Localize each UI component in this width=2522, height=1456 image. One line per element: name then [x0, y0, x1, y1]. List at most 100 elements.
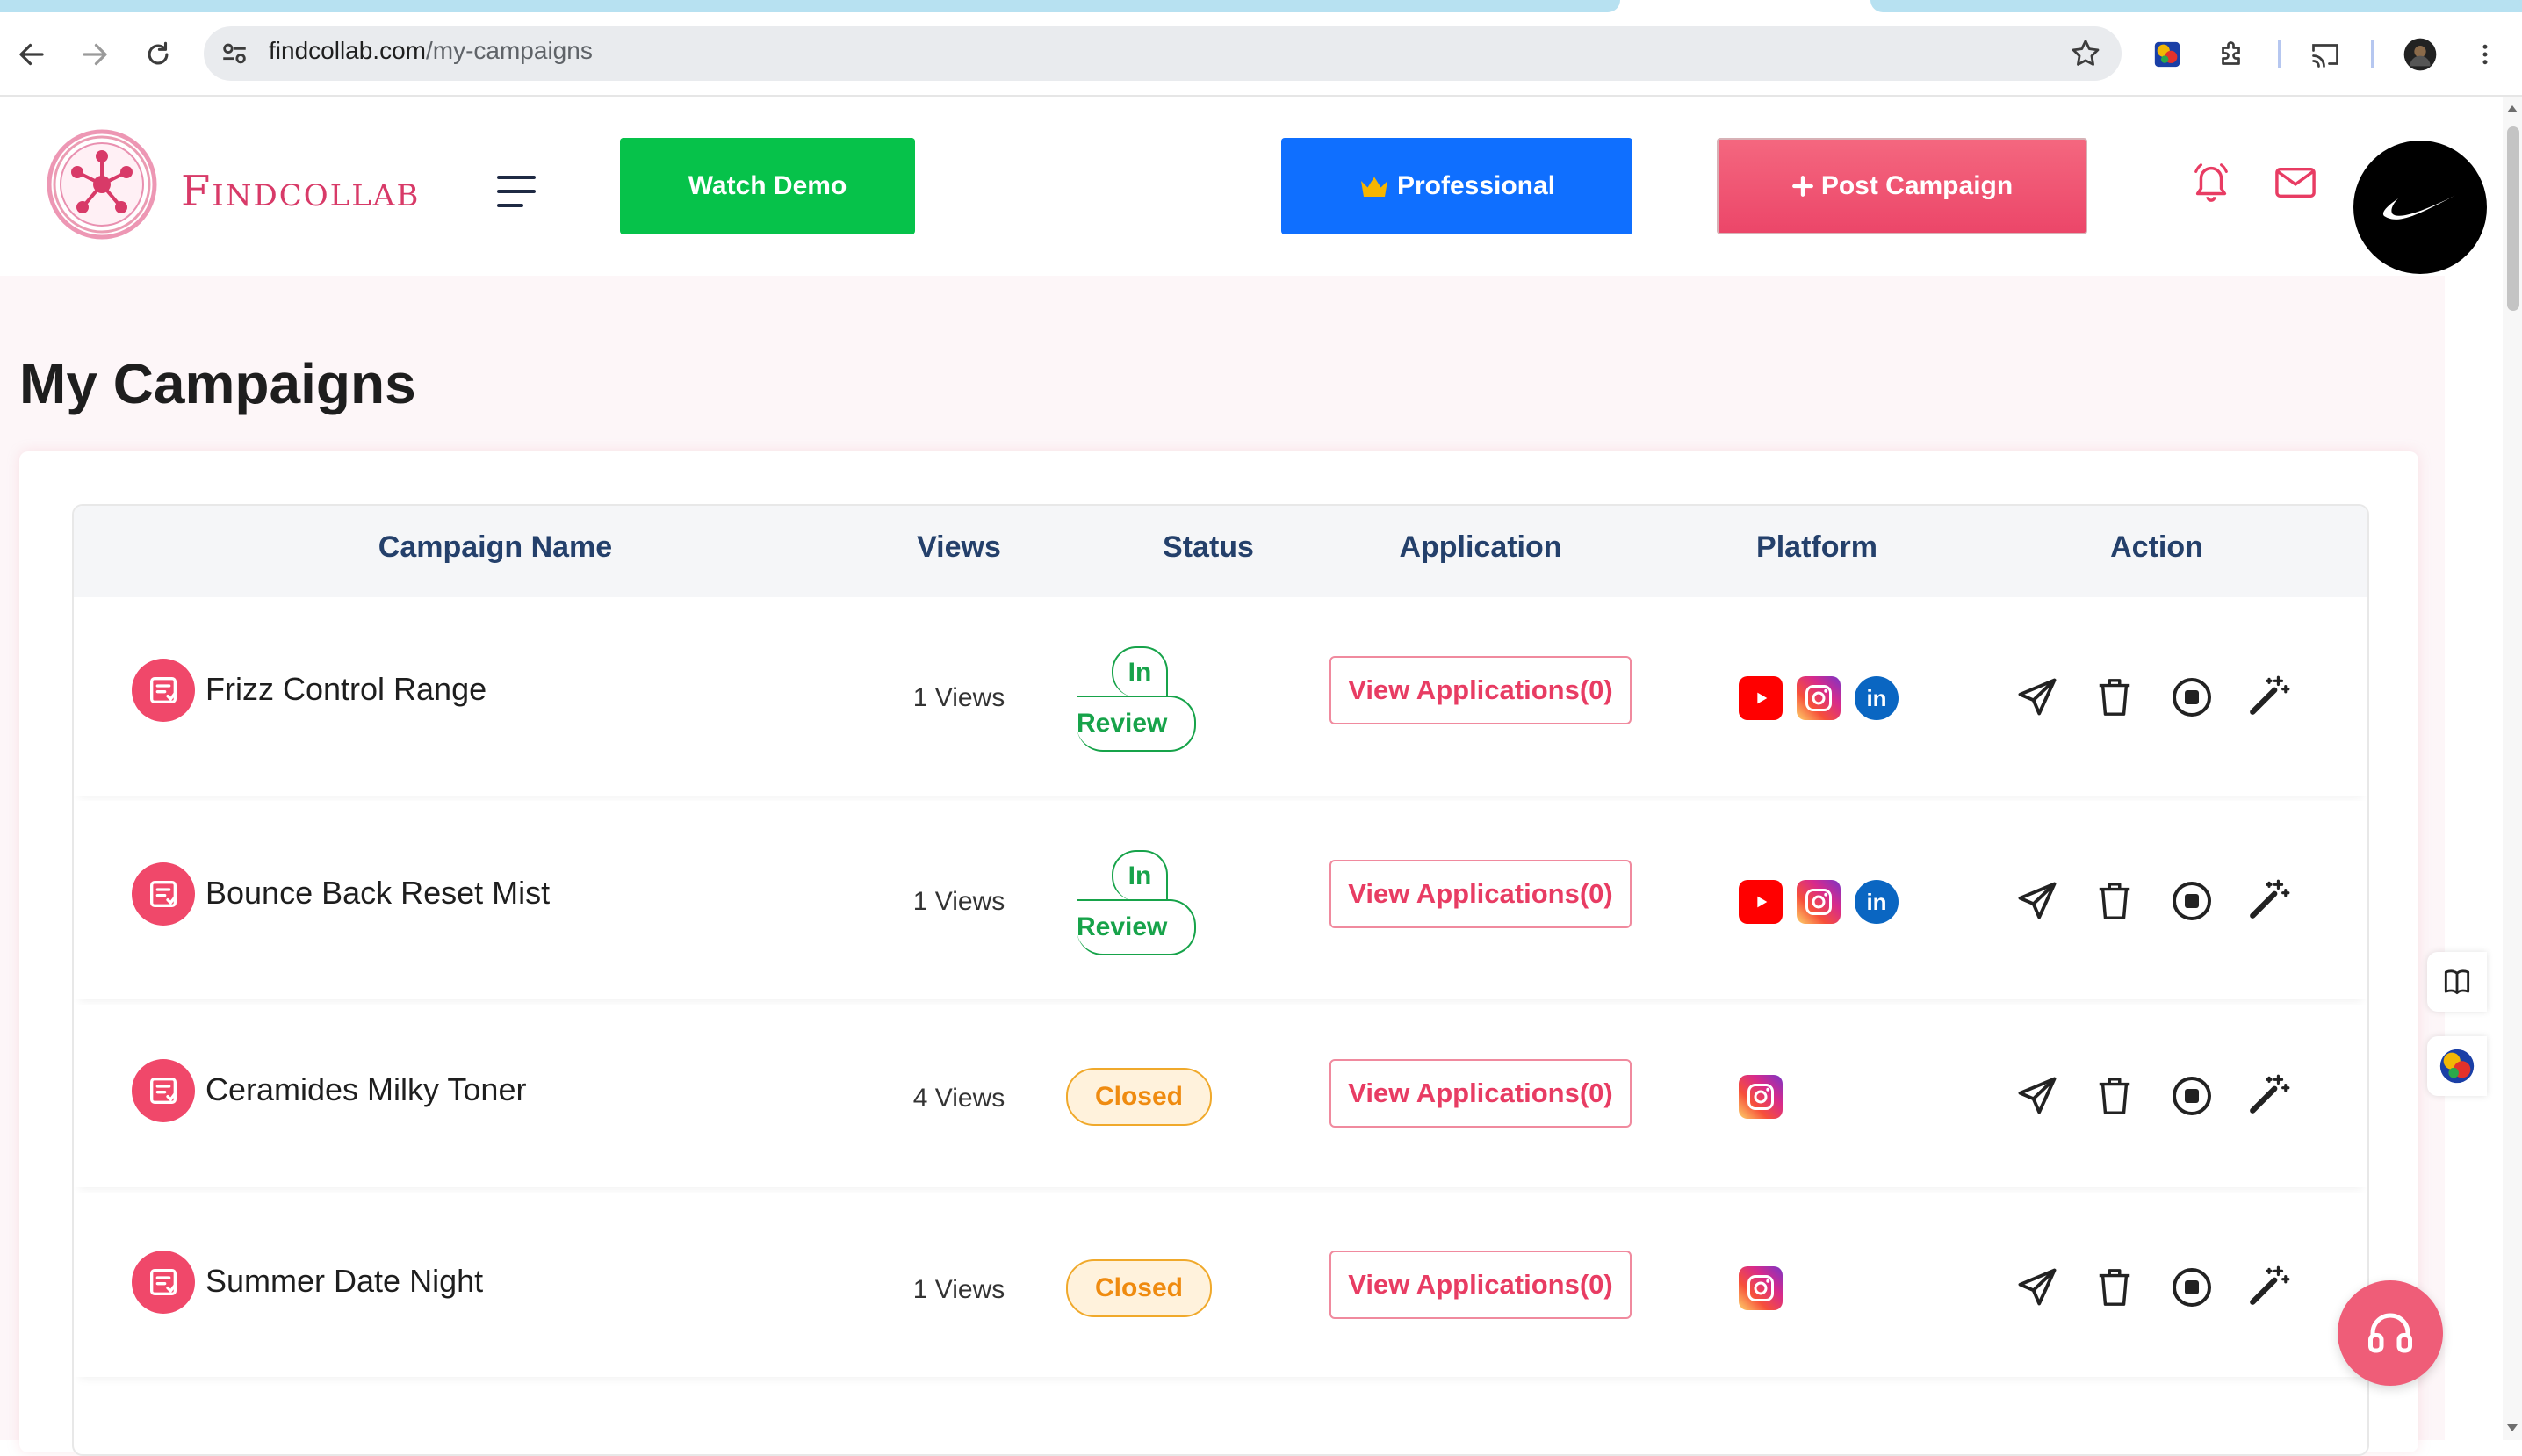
magic-wand-icon[interactable]: [2245, 671, 2294, 720]
instagram-icon: [1797, 880, 1841, 924]
campaign-calendar-icon: [132, 862, 195, 926]
linkedin-icon: in: [1855, 676, 1899, 720]
watch-demo-button[interactable]: Watch Demo: [620, 138, 915, 234]
campaign-views: 4 Views: [912, 1084, 1005, 1113]
stop-icon[interactable]: [2167, 876, 2216, 926]
status-line-1: In: [1112, 850, 1168, 901]
scroll-down-icon[interactable]: [2503, 1419, 2522, 1437]
findcollab-logo-icon[interactable]: [44, 126, 160, 242]
forward-icon[interactable]: [70, 30, 119, 79]
site-settings-icon[interactable]: [220, 39, 249, 68]
url-host: findcollab.com: [269, 37, 426, 64]
send-icon[interactable]: [2013, 1263, 2062, 1312]
youtube-icon: [1739, 880, 1783, 924]
browser-tab-strip: [0, 0, 2522, 14]
view-applications-button[interactable]: View Applications(0): [1329, 1251, 1632, 1319]
extension-colorful-icon[interactable]: [2143, 30, 2192, 79]
browser-menu-icon[interactable]: [2461, 30, 2510, 79]
send-icon[interactable]: [2013, 876, 2062, 926]
status-badge: In Review: [1077, 646, 1208, 755]
view-applications-button[interactable]: View Applications(0): [1329, 1059, 1632, 1128]
table-header: Campaign Name Views Status Application P…: [74, 506, 2367, 597]
send-icon[interactable]: [2013, 673, 2062, 722]
reader-book-icon[interactable]: [2427, 952, 2487, 1012]
extension-globe-icon[interactable]: [2427, 1036, 2487, 1096]
table-row: Frizz Control Range 1 Views In Review Vi…: [74, 597, 2367, 796]
profile-avatar-icon[interactable]: [2396, 30, 2445, 79]
column-header-platform: Platform: [1756, 530, 1877, 564]
scrollbar-thumb[interactable]: [2507, 126, 2519, 311]
column-header-application: Application: [1399, 530, 1562, 564]
column-header-action: Action: [2110, 530, 2203, 564]
trash-icon[interactable]: [2090, 1071, 2139, 1121]
instagram-icon: [1739, 1075, 1783, 1119]
column-header-campaign-name: Campaign Name: [378, 530, 613, 564]
address-bar[interactable]: findcollab.com/my-campaigns: [204, 26, 2122, 81]
campaign-calendar-icon: [132, 659, 195, 722]
view-applications-button[interactable]: View Applications(0): [1329, 656, 1632, 724]
status-line-2-text: Review: [1077, 709, 1168, 738]
crown-icon: [1358, 173, 1390, 199]
cast-icon[interactable]: [2301, 30, 2350, 79]
logo-text[interactable]: Findcollab: [181, 167, 420, 216]
url-text[interactable]: findcollab.com/my-campaigns: [269, 37, 593, 65]
magic-wand-icon[interactable]: [2245, 875, 2294, 924]
status-line-1: In: [1112, 646, 1168, 697]
view-applications-button[interactable]: View Applications(0): [1329, 860, 1632, 928]
campaign-name[interactable]: Frizz Control Range: [205, 671, 486, 708]
page-content: My Campaigns Campaign Name Views Status …: [0, 276, 2445, 1456]
campaign-views: 1 Views: [912, 1275, 1005, 1304]
mail-icon[interactable]: [2275, 167, 2316, 198]
inactive-tab[interactable]: [1870, 0, 2522, 12]
active-tab[interactable]: [0, 0, 1620, 12]
send-icon[interactable]: [2013, 1071, 2062, 1121]
browser-toolbar: findcollab.com/my-campaigns: [0, 14, 2522, 97]
watch-demo-label: Watch Demo: [688, 171, 847, 200]
page-title: My Campaigns: [19, 352, 416, 415]
campaigns-card: Campaign Name Views Status Application P…: [19, 451, 2418, 1456]
column-header-status: Status: [1163, 530, 1254, 564]
campaign-name[interactable]: Bounce Back Reset Mist: [205, 875, 550, 912]
professional-label: Professional: [1396, 171, 1556, 200]
campaign-name[interactable]: Ceramides Milky Toner: [205, 1071, 526, 1108]
toolbar-divider: [2278, 40, 2281, 68]
status-badge: Closed: [1066, 1259, 1212, 1317]
magic-wand-icon[interactable]: [2245, 1261, 2294, 1310]
hamburger-menu-icon[interactable]: [497, 174, 536, 209]
status-badge: In Review: [1077, 850, 1208, 959]
swoosh-logo-icon: [2382, 195, 2456, 220]
linkedin-icon: in: [1855, 880, 1899, 924]
back-icon[interactable]: [7, 30, 56, 79]
table-row: Bounce Back Reset Mist 1 Views In Review…: [74, 801, 2367, 999]
stop-icon[interactable]: [2167, 1263, 2216, 1312]
instagram-icon: [1739, 1266, 1783, 1310]
campaign-name[interactable]: Summer Date Night: [205, 1263, 483, 1300]
extensions-puzzle-icon[interactable]: [2208, 30, 2257, 79]
post-campaign-button[interactable]: Post Campaign: [1717, 138, 2087, 234]
user-avatar[interactable]: [2353, 141, 2487, 274]
trash-icon[interactable]: [2090, 876, 2139, 926]
trash-icon[interactable]: [2090, 1263, 2139, 1312]
campaign-views: 1 Views: [912, 683, 1005, 712]
campaign-calendar-icon: [132, 1059, 195, 1122]
status-line-2-text: Review: [1077, 912, 1168, 941]
professional-button[interactable]: Professional: [1281, 138, 1632, 234]
stop-icon[interactable]: [2167, 673, 2216, 722]
reload-icon[interactable]: [133, 30, 183, 79]
status-line-2: Review: [1077, 899, 1196, 955]
scroll-up-icon[interactable]: [2503, 100, 2522, 118]
toolbar-divider: [2371, 40, 2374, 68]
column-header-views: Views: [917, 530, 1001, 564]
campaign-views: 1 Views: [912, 887, 1005, 916]
status-badge: Closed: [1066, 1068, 1212, 1126]
stop-icon[interactable]: [2167, 1071, 2216, 1121]
support-headset-icon[interactable]: [2338, 1280, 2443, 1386]
trash-icon[interactable]: [2090, 673, 2139, 722]
notification-bell-icon[interactable]: [2190, 160, 2232, 204]
campaigns-table: Campaign Name Views Status Application P…: [72, 504, 2369, 1456]
magic-wand-icon[interactable]: [2245, 1070, 2294, 1119]
youtube-icon: [1739, 676, 1783, 720]
plus-icon: [1791, 175, 1814, 198]
bookmark-star-icon[interactable]: [2069, 37, 2102, 70]
table-row: Summer Date Night 1 Views Closed View Ap…: [74, 1193, 2367, 1377]
